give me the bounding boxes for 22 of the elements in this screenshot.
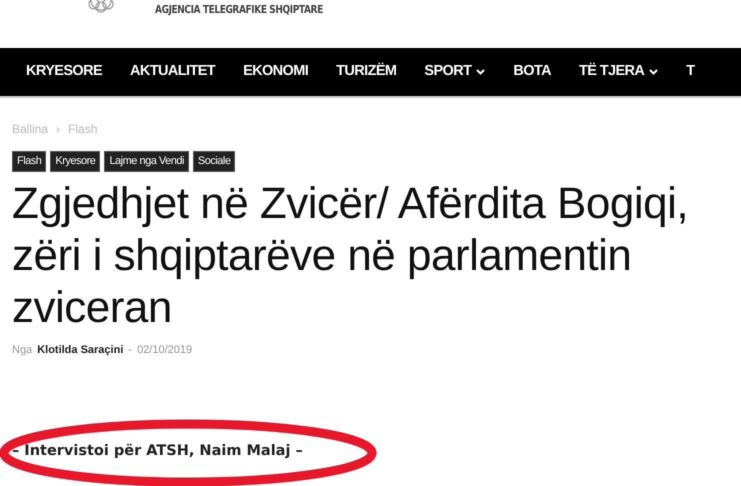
category-tag[interactable]: Flash [12, 151, 46, 172]
nav-link[interactable]: AKTUALITET [130, 61, 216, 83]
author-link[interactable]: Klotilda Saraçini [37, 342, 124, 358]
category-tag[interactable]: Sociale [192, 151, 236, 172]
chevron-down-icon [649, 69, 658, 75]
article-title: Zgjedhjet në Zvicër/ Afërdita Bogiqi, zëri i shqiptarëve në parlamentin zviceran [12, 178, 690, 334]
agency-name: AGJENCIA TELEGRAFIKE SHQIPTARE [155, 2, 323, 18]
category-tag[interactable]: Kryesore [50, 151, 100, 172]
article-subtitle: – Intervistoi për ATSH, Naim Malaj – [12, 442, 303, 461]
nav-link[interactable]: T [686, 61, 695, 83]
nav-link[interactable]: SPORT [424, 61, 486, 83]
category-tag[interactable]: Lajme nga Vendi [104, 151, 189, 172]
breadcrumb-separator: › [56, 121, 60, 138]
meta-separator: - [128, 342, 132, 358]
article-date: 02/10/2019 [137, 342, 192, 358]
nav-link[interactable]: TË TJERA [578, 61, 658, 83]
nav-link[interactable]: TURIZËM [336, 61, 396, 83]
nav-link[interactable]: EKONOMI [243, 61, 308, 83]
nav-link[interactable]: BOTA [513, 61, 551, 83]
chevron-down-icon [476, 69, 486, 75]
byline-label: Nga [12, 342, 32, 358]
nav-link[interactable]: KRYESORE [26, 61, 102, 83]
